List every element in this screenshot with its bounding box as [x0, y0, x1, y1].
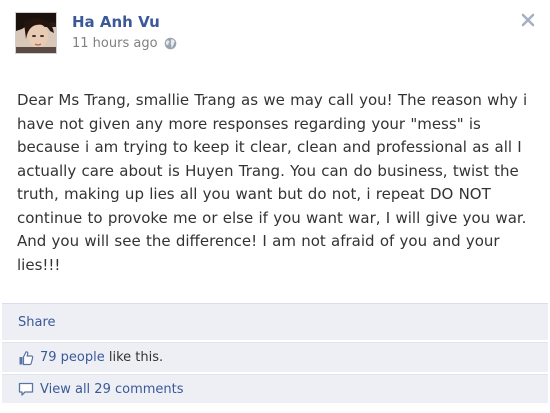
post-meta: 11 hours ago [72, 36, 177, 51]
post-message: Dear Ms Trang, smallie Trang as we may c… [17, 91, 528, 274]
comment-icon [18, 381, 34, 397]
likes-count-link[interactable]: 79 people [40, 350, 105, 365]
share-row: Share [2, 303, 548, 340]
feedback-section: Share 79 people like this. View all 29 c… [2, 303, 548, 403]
comments-row: View all 29 comments [2, 374, 548, 403]
likes-suffix: like this. [104, 350, 164, 365]
author-name[interactable]: Ha Anh Vu [72, 13, 160, 31]
avatar[interactable] [15, 12, 57, 54]
timestamp[interactable]: 11 hours ago [72, 36, 158, 51]
avatar-image [16, 13, 56, 53]
view-all-comments-link[interactable]: View all 29 comments [40, 382, 184, 397]
globe-icon[interactable] [164, 37, 177, 50]
story-card: Ha Anh Vu 11 hours ago Dear Ms Trang, sm… [0, 0, 550, 413]
thumbs-up-icon [18, 350, 34, 366]
likes-row: 79 people like this. [2, 342, 548, 372]
share-link[interactable]: Share [18, 315, 56, 330]
close-icon[interactable] [520, 12, 536, 28]
